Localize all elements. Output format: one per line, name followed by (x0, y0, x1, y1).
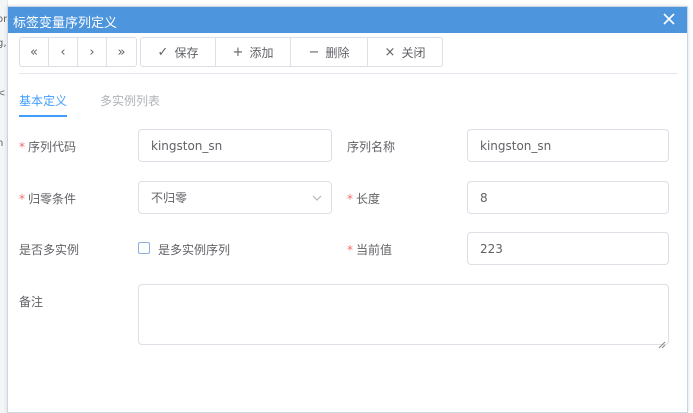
toolbar-divider (19, 73, 678, 74)
close-button[interactable]: × 关闭 (368, 38, 442, 66)
background-text-fragment: n (0, 138, 3, 149)
action-buttons: ✓ 保存 + 添加 − 删除 × 关闭 (140, 37, 443, 67)
prev-record-button[interactable]: ‹ (49, 38, 78, 66)
multi-instance-checkbox-label[interactable]: 是多实例序列 (158, 241, 230, 258)
last-record-button[interactable]: » (107, 38, 136, 66)
delete-label: 删除 (325, 45, 350, 60)
close-icon: × (384, 44, 396, 60)
seq-name-input[interactable]: kingston_sn (467, 129, 669, 162)
reset-condition-select[interactable]: 不归零 (138, 181, 332, 214)
length-input[interactable]: 8 (467, 181, 669, 214)
next-record-button[interactable]: › (78, 38, 107, 66)
close-icon[interactable] (659, 9, 679, 29)
add-button[interactable]: + 添加 (216, 38, 291, 66)
seq-code-label: * 序列代码 (19, 140, 77, 154)
dialog-titlebar[interactable]: 标签变量序列定义 (8, 7, 687, 33)
tab-multi-instance-list[interactable]: 多实例列表 (100, 92, 160, 116)
dialog-title: 标签变量序列定义 (13, 16, 118, 31)
save-label: 保存 (174, 45, 199, 60)
plus-icon: + (232, 44, 244, 60)
resize-handle-icon[interactable] (658, 334, 666, 349)
remark-textarea[interactable] (138, 284, 669, 349)
toolbar: « ‹ › » ✓ 保存 + 添加 − 删除 × 关闭 (19, 37, 443, 67)
delete-button[interactable]: − 删除 (291, 38, 368, 66)
seq-code-input[interactable]: kingston_sn (138, 129, 332, 162)
seq-name-label: 序列名称 (347, 140, 396, 154)
save-button[interactable]: ✓ 保存 (141, 38, 216, 66)
multi-instance-checkbox[interactable] (138, 242, 150, 254)
reset-condition-label: * 归零条件 (19, 192, 77, 206)
sequence-definition-dialog: 标签变量序列定义 « ‹ › » ✓ 保存 + 添加 − 删除 × 关闭 基本定… (7, 6, 688, 413)
add-label: 添加 (249, 45, 274, 60)
minus-icon: − (308, 44, 320, 60)
background-text-fragment: < (0, 88, 5, 99)
current-value-label: * 当前值 (347, 243, 393, 257)
multi-instance-label: 是否多实例 (19, 243, 80, 257)
close-label: 关闭 (401, 45, 426, 60)
tab-basic-definition[interactable]: 基本定义 (19, 92, 68, 117)
check-icon: ✓ (157, 44, 169, 60)
remark-label: 备注 (19, 295, 44, 309)
chevron-down-icon (311, 192, 323, 204)
tab-bar: 基本定义 多实例列表 (19, 92, 193, 122)
current-value-input[interactable]: 223 (467, 232, 669, 265)
length-label: * 长度 (347, 192, 381, 206)
first-record-button[interactable]: « (20, 38, 49, 66)
background-text-fragment: g, (0, 38, 7, 49)
record-pager: « ‹ › » (19, 37, 137, 67)
reset-condition-value: 不归零 (151, 191, 188, 205)
